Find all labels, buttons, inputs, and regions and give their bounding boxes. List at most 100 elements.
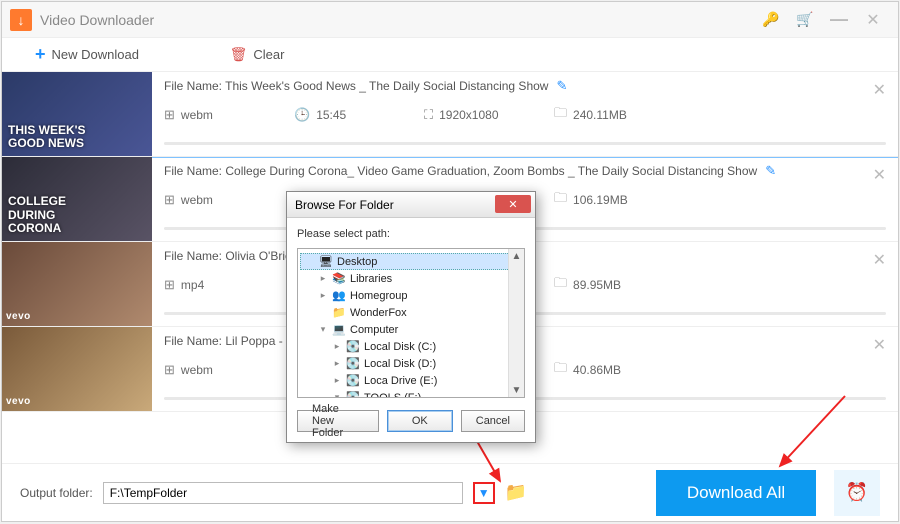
output-folder-input[interactable] [103,482,463,504]
tree-node-icon: 💽 [346,374,360,387]
dialog-title: Browse For Folder [295,198,394,212]
key-icon[interactable]: 🔑 [754,8,788,32]
make-new-folder-button[interactable]: Make New Folder [297,410,379,432]
tree-node[interactable]: 📁 WonderFox [300,304,522,321]
video-thumbnail: COLLEGEDURINGCORONA [2,157,152,241]
thumb-caption: THIS WEEK'SGOOD NEWS [8,124,86,150]
tree-node-icon: 📚 [332,272,346,285]
format-icon: ⊞ [164,277,175,293]
tree-node[interactable]: ▸ 💽 Local Disk (D:) [300,355,522,372]
edit-filename-icon[interactable]: ✎ [556,78,567,94]
tree-node[interactable]: ▾💽TOOLS (F:) [300,389,522,398]
format-value: webm [181,108,213,122]
footer: Output folder: ▼ 📁 Download All ⏰ [2,463,898,521]
titlebar: ↓ Video Downloader 🔑 🛒 — ✕ [2,2,898,38]
tree-twist-icon[interactable]: ▸ [318,273,328,284]
output-folder-dropdown-button[interactable]: ▼ [473,482,495,504]
tree-node-label: Loca Drive (E:) [364,375,437,387]
format-value: mp4 [181,278,204,292]
resolution-value: 1920x1080 [439,108,498,122]
remove-row-button[interactable]: ✕ [873,165,886,185]
download-row[interactable]: THIS WEEK'SGOOD NEWS ✕File Name: This Wee… [2,72,898,157]
folder-icon: 🗀 [554,104,567,126]
remove-row-button[interactable]: ✕ [873,250,886,270]
app-title: Video Downloader [40,12,154,28]
tree-node-label: Local Disk (D:) [364,358,436,370]
tree-node-icon: 🖥 [319,255,333,268]
alarm-icon[interactable]: ⏰ [834,470,880,516]
format-icon: ⊞ [164,362,175,378]
edit-filename-icon[interactable]: ✎ [765,163,776,179]
size-value: 240.11MB [573,108,627,122]
dialog-button-row: Make New Folder OK Cancel [297,410,525,432]
remove-row-button[interactable]: ✕ [873,80,886,100]
close-button[interactable]: ✕ [856,8,890,32]
scroll-down-icon[interactable]: ▼ [512,383,522,397]
meta-row: ⊞webm🕒15:45⛶1920x1080🗀240.11MB [164,104,886,126]
minimize-button[interactable]: — [822,8,856,32]
filename-text: File Name: College During Corona_ Video … [164,164,757,178]
tree-twist-icon[interactable]: ▾ [332,392,342,398]
tree-node-icon: 💽 [346,340,360,353]
tree-node-label: Desktop [337,256,377,268]
tree-scrollbar[interactable]: ▲ ▼ [508,249,524,397]
size-value: 106.19MB [573,193,628,207]
new-download-button[interactable]: + New Download [2,38,172,72]
tree-twist-icon[interactable]: ▸ [332,375,342,386]
tree-node[interactable]: ▸ 📚 Libraries [300,270,522,287]
tree-node[interactable]: ▸ 💽 Loca Drive (E:) [300,372,522,389]
video-thumbnail: vevo [2,327,152,411]
format-value: webm [181,193,213,207]
folder-tree[interactable]: 🖥 Desktop ▸ 📚 Libraries ▸ 👥 Homegroup 📁 WonderFox… [297,248,525,398]
tree-node-icon: 💽 [346,391,360,398]
dialog-body: Please select path: 🖥Desktop▸📚Libraries▸… [287,218,535,442]
tree-twist-icon[interactable]: ▾ [318,324,328,335]
tree-twist-icon[interactable]: ▸ [332,358,342,369]
make-new-folder-label: Make New Folder [312,403,364,439]
video-thumbnail: THIS WEEK'SGOOD NEWS [2,72,152,156]
tree-twist-icon[interactable]: ▸ [332,341,342,352]
download-all-label: Download All [687,483,785,503]
trash-icon: 🗑 [230,46,248,63]
tree-node[interactable]: ▾💻Computer [300,321,522,338]
dialog-close-button[interactable]: ✕ [495,195,531,213]
tree-node-icon: 👥 [332,289,346,302]
tree-node[interactable]: 🖥 Desktop [300,253,522,270]
ok-button[interactable]: OK [387,410,453,432]
tree-node-label: Computer [350,324,398,336]
tree-node-icon: 💽 [346,357,360,370]
remove-row-button[interactable]: ✕ [873,335,886,355]
resolution-icon: ⛶ [424,107,433,123]
output-folder-label: Output folder: [20,486,93,500]
tree-node-icon: 📁 [332,306,346,319]
folder-icon: 🗀 [554,189,567,211]
tree-node[interactable]: ▸💽Local Disk (C:) [300,338,522,355]
ok-label: OK [412,415,428,427]
filename-text: File Name: Olivia O'Brie [164,249,292,263]
tree-node-label: WonderFox [350,307,407,319]
tree-twist-icon[interactable]: ▸ [318,290,328,301]
thumb-caption: COLLEGEDURINGCORONA [8,195,66,235]
cancel-button[interactable]: Cancel [461,410,525,432]
vevo-badge: vevo [6,396,31,407]
scroll-up-icon[interactable]: ▲ [512,249,522,263]
app-logo-icon: ↓ [10,9,32,31]
progress-bar [164,142,886,145]
tree-node[interactable]: ▸ 👥 Homegroup [300,287,522,304]
cart-icon[interactable]: 🛒 [788,8,822,32]
toolbar: + New Download 🗑 Clear [2,38,898,72]
new-download-label: New Download [52,47,139,62]
format-icon: ⊞ [164,107,175,123]
filename-row: File Name: This Week's Good News _ The D… [164,78,886,94]
plus-icon: + [35,44,46,65]
clear-button[interactable]: 🗑 Clear [172,38,342,72]
vevo-badge: vevo [6,311,31,322]
open-folder-icon[interactable]: 📁 [505,482,527,503]
tree-node-label: Libraries [350,273,392,285]
download-all-button[interactable]: Download All [656,470,816,516]
browse-folder-dialog: Browse For Folder ✕ Please select path: … [286,191,536,443]
clock-icon: 🕒 [294,107,310,123]
folder-icon: 🗀 [554,274,567,296]
tree-node-label: Homegroup [350,290,407,302]
size-value: 40.86MB [573,363,621,377]
